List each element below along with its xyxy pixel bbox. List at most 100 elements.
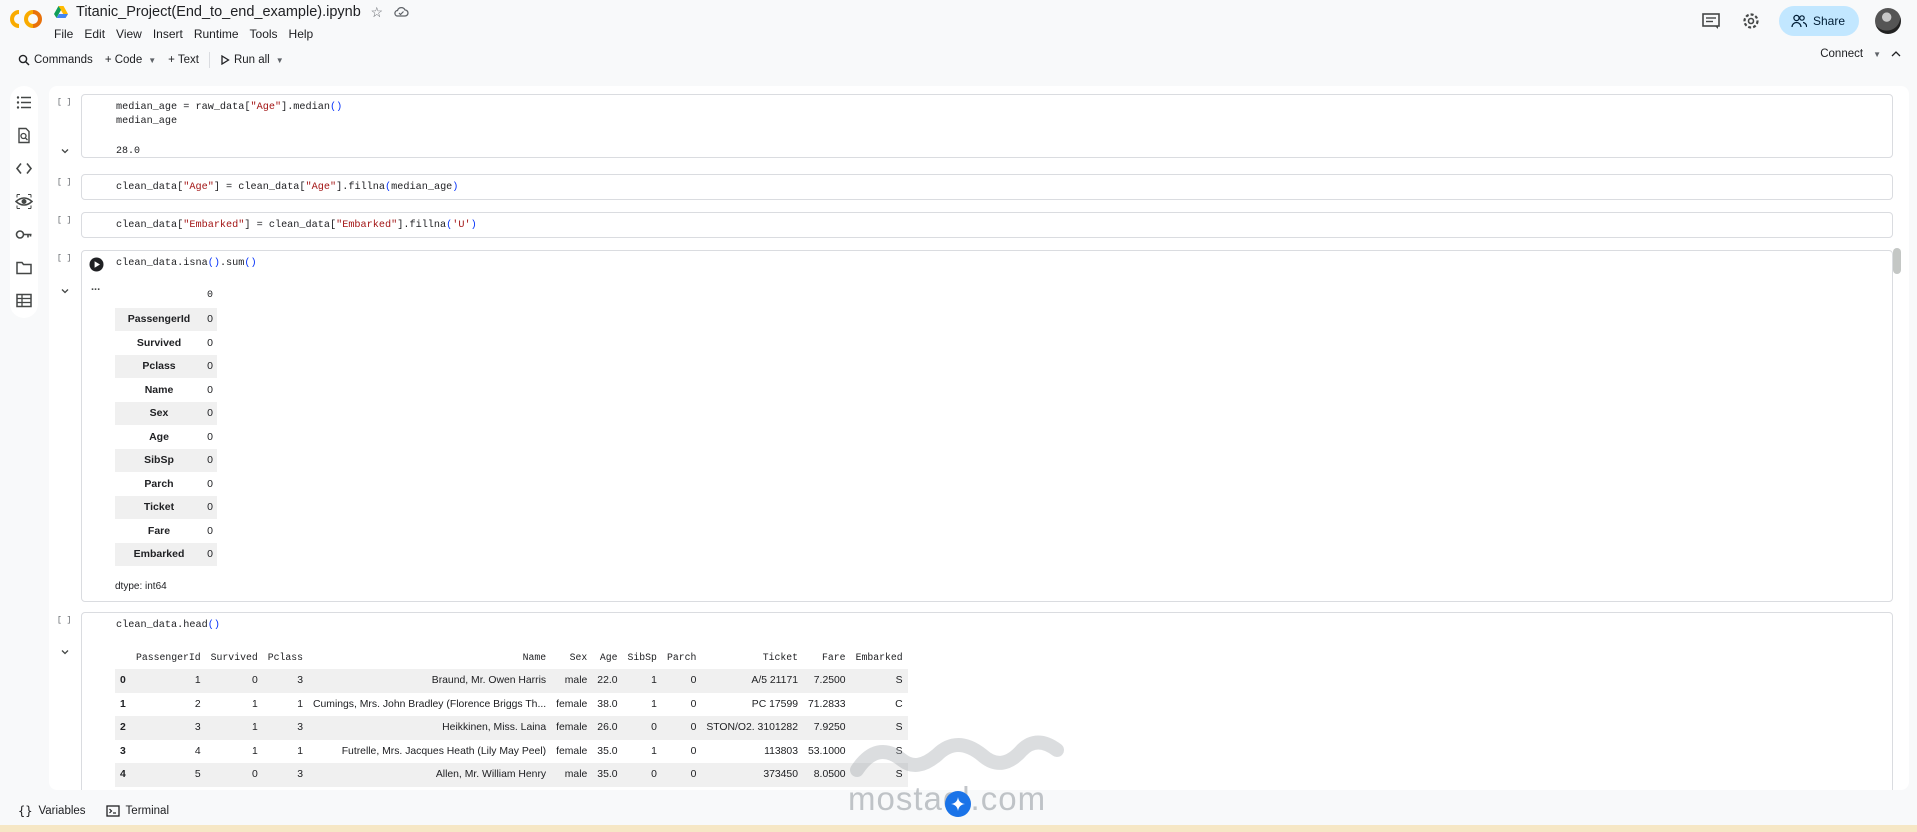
df-cell: Cumings, Mrs. John Bradley (Florence Bri… [313,698,547,710]
collapse-header-chevron-icon[interactable] [1891,50,1901,58]
df-col-header: Ticket [762,651,798,663]
data-table-icon[interactable] [15,290,33,311]
df-col-header: Parch [666,651,697,663]
df-cell: 71.2833 [808,698,846,710]
df-col-header: SibSp [627,651,657,663]
menu-tools[interactable]: Tools [250,27,278,41]
add-text-button[interactable]: + Text [162,48,205,72]
cloud-saved-icon[interactable] [393,4,409,20]
app-header: Titanic_Project(End_to_end_example).ipyn… [0,0,1917,46]
connect-dropdown-caret-icon[interactable]: ▼ [1873,50,1881,59]
add-code-button[interactable]: + Code [99,48,148,72]
find-icon[interactable] [15,125,33,146]
df-row-index: 2 [115,716,131,740]
code-cell[interactable] [81,94,1893,158]
vertical-scrollbar[interactable] [1893,248,1901,274]
df-cell: Allen, Mr. William Henry [308,763,552,787]
code-editor[interactable]: clean_data.head() [116,619,220,633]
notebook-toolbar: Commands + Code ▼ + Text Run all ▼ Conne… [0,46,1917,74]
menu-insert[interactable]: Insert [153,27,183,41]
df-cell: 4 [194,745,201,757]
series-index: SibSp [115,448,203,472]
table-row: 3 4 1 1 Futrelle, Mrs. Jacques Heath (Lily M… [115,740,908,764]
code-snippets-icon[interactable] [15,158,33,179]
cell-exec-count: [ ] [57,616,72,625]
files-folder-icon[interactable] [15,257,33,278]
run-all-label: Run all [233,54,270,66]
terminal-button[interactable]: Terminal [105,805,170,817]
df-cell: male [551,763,593,787]
df-col-header: Age [599,651,618,663]
run-all-dropdown-caret-icon[interactable]: ▼ [276,56,284,65]
df-col-header: PassengerId [136,651,201,663]
notebook-body[interactable]: [ ] median_age = raw_data["Age"].median(… [49,86,1909,790]
star-icon[interactable]: ☆ [369,4,385,20]
code-dropdown-caret-icon[interactable]: ▼ [148,56,156,65]
code-editor[interactable]: clean_data["Embarked"] = clean_data["Emb… [116,219,477,233]
variables-braces-icon: {} [18,804,33,818]
search-icon [18,54,30,66]
code-editor[interactable]: median_age = raw_data["Age"].median() me… [116,101,342,129]
comment-icon[interactable] [1699,9,1723,33]
commands-button[interactable]: Commands [12,48,99,72]
menu-runtime[interactable]: Runtime [194,27,239,41]
dtype-label: dtype: int64 [115,581,167,592]
series-header: 0 [207,290,214,302]
menu-edit[interactable]: Edit [84,27,105,41]
menu-file[interactable]: File [54,27,73,41]
df-row-index: 0 [115,669,131,693]
df-cell: 0 [690,698,697,710]
df-cell: female [551,716,593,740]
df-cell: 35.0 [592,763,623,787]
df-cell: male [551,669,593,693]
secrets-key-icon[interactable] [15,224,33,245]
df-row-index: 4 [115,763,131,787]
df-cell: 3 [262,716,308,740]
notebook-title[interactable]: Titanic_Project(End_to_end_example).ipyn… [76,4,361,20]
df-cell: 26.0 [592,716,623,740]
menu-view[interactable]: View [116,27,142,41]
share-button[interactable]: Share [1778,6,1859,36]
df-cell: 22.0 [592,669,623,693]
series-value: 0 [203,354,218,378]
code-cell-selected[interactable] [81,250,1893,602]
collapse-output-chevron-icon[interactable] [60,286,70,296]
run-all-button[interactable]: Run all [214,48,276,72]
series-value: 0 [207,430,213,443]
df-cell: 0 [205,763,263,787]
df-cell: female [556,745,588,757]
df-row-index: 3 [120,745,126,757]
df-col-header: Name [522,651,547,663]
toc-icon[interactable] [15,92,33,113]
menu-bar: File Edit View Insert Runtime Tools Help [54,27,313,41]
variables-inspector-icon[interactable] [15,191,33,212]
df-cell: 3 [131,716,206,740]
settings-icon[interactable] [1739,9,1763,33]
code-line: median_age = raw_data["Age"].median() [116,102,343,113]
df-cell: 1 [251,745,258,757]
head-output-dataframe: PassengerId Survived Pclass Name Sex Age… [115,645,908,787]
df-cell: 7.9250 [803,716,851,740]
code-editor[interactable]: clean_data["Age"] = clean_data["Age"].fi… [116,181,458,195]
collapse-output-chevron-icon[interactable] [60,647,70,657]
series-index: Name [144,383,174,396]
code-editor[interactable]: clean_data.isna().sum() [116,257,257,271]
collapse-output-chevron-icon[interactable] [60,146,70,156]
cell-exec-count: [ ] [57,216,72,225]
df-cell: Braund, Mr. Owen Harris [308,669,552,693]
colab-logo-icon[interactable] [10,8,42,30]
table-row: 0 1 0 3 Braund, Mr. Owen Harris male 22.0 1 0 A/5… [115,669,908,693]
add-text-label: + Text [168,54,199,66]
series-value: 0 [207,336,213,349]
df-cell: 0 [205,669,263,693]
menu-help[interactable]: Help [289,27,314,41]
connect-button[interactable]: Connect [1820,48,1863,60]
df-cell: STON/O2. 3101282 [701,716,803,740]
run-cell-button[interactable] [89,257,104,272]
variables-button[interactable]: {} Variables [18,804,86,818]
avatar[interactable] [1875,8,1901,34]
cell-exec-count: [ ] [57,178,72,187]
df-cell: 1 [205,716,263,740]
terminal-label: Terminal [125,805,170,817]
output-actions-ellipsis[interactable]: ... [91,281,100,293]
